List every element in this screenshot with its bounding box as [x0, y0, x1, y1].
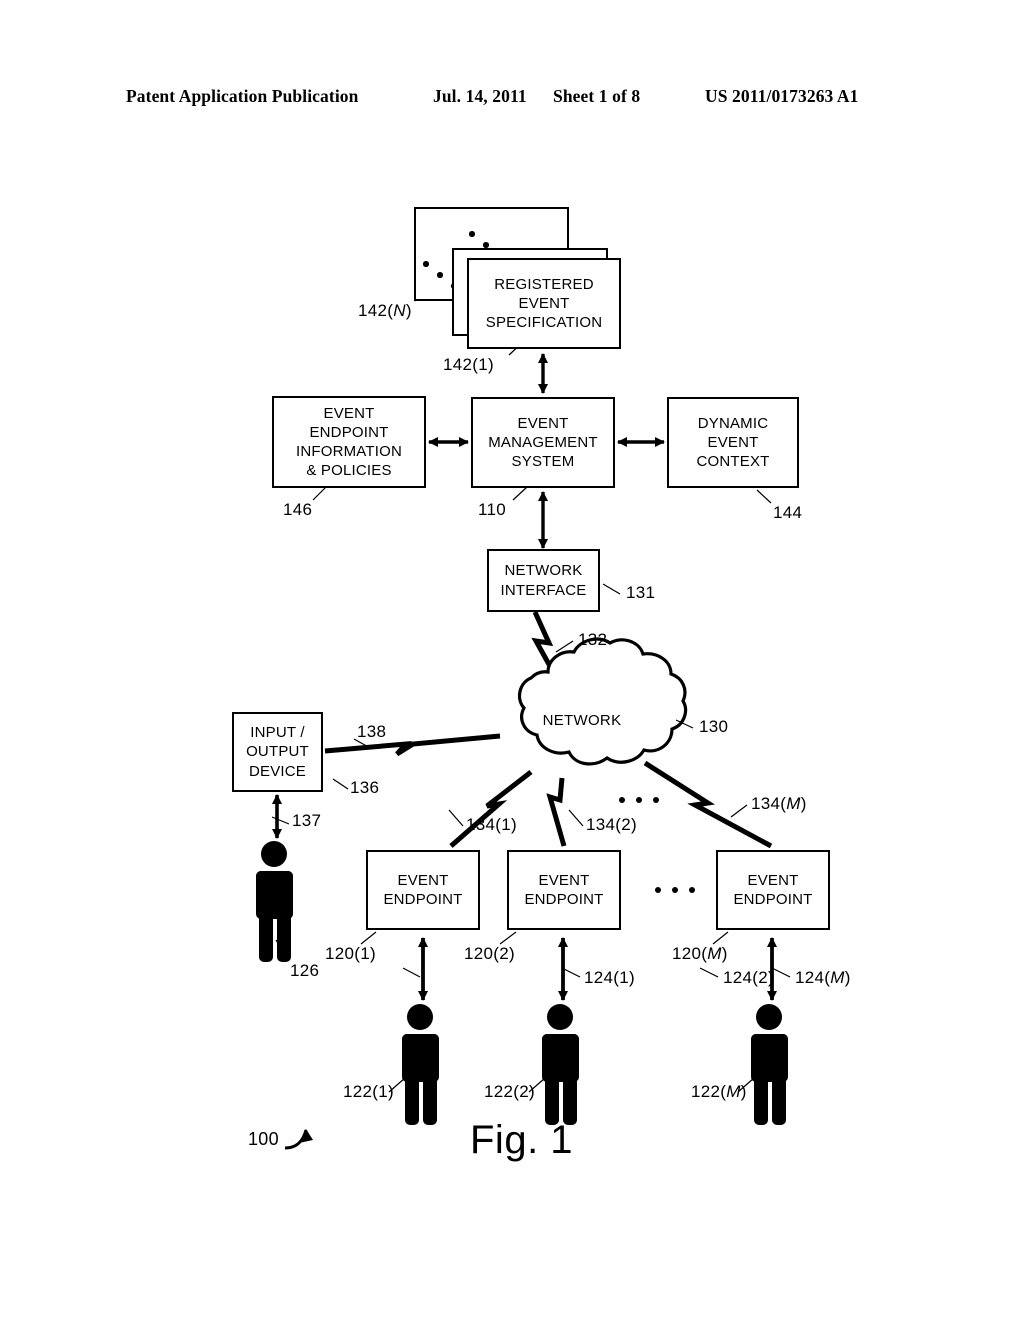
epm-label-line1: EVENT: [747, 871, 799, 889]
info-label-line2: ENDPOINT: [309, 423, 389, 441]
ref-131: 131: [626, 583, 656, 602]
ref-122-2: 122(2): [484, 1082, 535, 1101]
lightning-link-132: [531, 610, 554, 670]
ref-134-2: 134(2): [586, 815, 637, 834]
io-label-line1: INPUT /: [250, 724, 305, 742]
ems-label-line2: MANAGEMENT: [488, 433, 598, 451]
network-interface-box: NETWORK INTERFACE: [487, 549, 600, 612]
ellipsis-dot: [469, 231, 475, 237]
ellipsis-endpoints: [655, 887, 695, 893]
ni-label-line1: NETWORK: [504, 562, 583, 580]
ems-label-line1: EVENT: [517, 414, 569, 432]
ems-label-line3: SYSTEM: [511, 453, 575, 471]
context-label-line3: CONTEXT: [696, 453, 770, 471]
spec-label-line3: SPECIFICATION: [485, 314, 603, 332]
ref-124-1: 124(1): [584, 968, 635, 987]
person-icon-user-2: [542, 1004, 579, 1125]
ref-124-m: 124(M): [795, 968, 851, 987]
ref-122-1: 122(1): [343, 1082, 394, 1101]
ref-124-2: 124(2): [723, 968, 774, 987]
info-label-line4: & POLICIES: [306, 462, 392, 480]
ellipsis-dot: [437, 272, 443, 278]
ref-138: 138: [357, 722, 387, 741]
event-management-system-box: EVENT MANAGEMENT SYSTEM: [471, 397, 615, 488]
patent-figure-1: REGISTERED EVENT SPECIFICATION 142(N) 14…: [0, 0, 1024, 1320]
info-label-line1: EVENT: [323, 404, 375, 422]
ref-144: 144: [773, 503, 803, 522]
event-endpoint-box-1: EVENT ENDPOINT: [366, 850, 480, 930]
event-endpoint-information-policies-box: EVENT ENDPOINT INFORMATION & POLICIES: [272, 396, 426, 488]
io-label-line3: DEVICE: [248, 762, 307, 780]
ref-142-1: 142(1): [443, 355, 494, 374]
spec-label-line2: EVENT: [518, 294, 570, 312]
ref-134-m: 134(M): [751, 794, 807, 813]
io-label-line2: OUTPUT: [246, 743, 309, 761]
ep1-label-line2: ENDPOINT: [383, 891, 463, 908]
ep2-label-line2: ENDPOINT: [524, 891, 604, 908]
ref-142-n: 142(N): [358, 301, 412, 320]
ni-label-line2: INTERFACE: [500, 581, 587, 599]
person-icon-user-1: [402, 1004, 439, 1125]
epm-label-line2: ENDPOINT: [733, 891, 813, 908]
ref-132: 132: [578, 630, 608, 649]
ref-100: 100: [248, 1129, 279, 1149]
context-label-line1: DYNAMIC: [697, 414, 769, 432]
ellipsis-links: [619, 797, 659, 803]
lightning-link-138: [324, 733, 501, 757]
person-icon-admin: [256, 841, 293, 962]
ref-122-m: 122(M): [691, 1082, 747, 1101]
event-endpoint-box-2: EVENT ENDPOINT: [507, 850, 621, 930]
ref-120-2: 120(2): [464, 944, 515, 963]
ref-136: 136: [350, 778, 380, 797]
ep2-label-line1: EVENT: [538, 871, 590, 889]
lightning-link-134-2: [546, 777, 567, 847]
spec-label-line1: REGISTERED: [494, 275, 594, 293]
ref-120-1: 120(1): [325, 944, 376, 963]
network-cloud-label: NETWORK: [542, 712, 622, 729]
ref-137: 137: [292, 811, 322, 830]
person-icon-user-m: [751, 1004, 788, 1125]
context-label-line2: EVENT: [707, 433, 759, 451]
info-label-line3: INFORMATION: [295, 443, 403, 460]
ref-130: 130: [699, 717, 729, 736]
registered-event-specification-box-1: REGISTERED EVENT SPECIFICATION: [467, 258, 621, 349]
ref-146: 146: [283, 500, 313, 519]
ellipsis-dot: [483, 242, 489, 248]
ref-110: 110: [478, 500, 507, 519]
figure-caption: Fig. 1: [470, 1118, 574, 1162]
ref-126: 126: [290, 961, 320, 980]
system-callout-arrow: [284, 1129, 313, 1150]
ellipsis-dot: [423, 261, 429, 267]
ep1-label-line1: EVENT: [397, 871, 449, 889]
ref-120-m: 120(M): [672, 944, 728, 963]
dynamic-event-context-box: DYNAMIC EVENT CONTEXT: [667, 397, 799, 488]
event-endpoint-box-m: EVENT ENDPOINT: [716, 850, 830, 930]
ref-134-1: 134(1): [466, 815, 517, 834]
input-output-device-box: INPUT / OUTPUT DEVICE: [232, 712, 323, 792]
